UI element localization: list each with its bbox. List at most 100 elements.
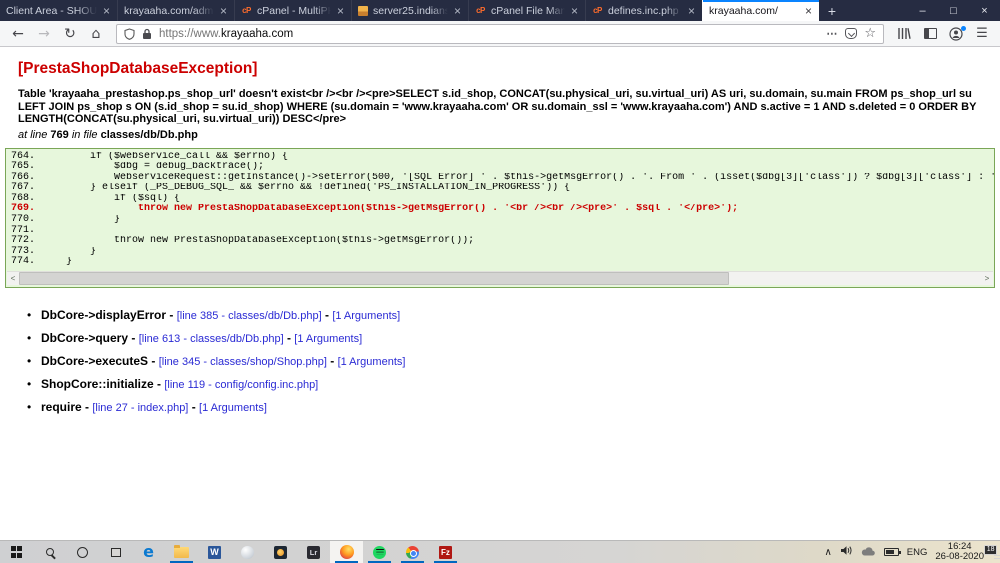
minimize-button[interactable]: –	[907, 0, 938, 21]
browser-tab-2[interactable]: krayaaha.com/admin106/×	[117, 0, 234, 21]
tab-title: defines.inc.php - cPanel	[608, 5, 682, 17]
taskbar-lightroom-button[interactable]: Lr	[297, 541, 330, 563]
onedrive-cloud-icon[interactable]	[861, 543, 876, 561]
code-line-772: 772. throw new PrestaShopDatabaseExcepti…	[6, 236, 994, 247]
cortana-icon	[77, 547, 88, 558]
server-favicon	[358, 6, 368, 16]
url-bar[interactable]: https://www.krayaaha.com ⋯ ☆	[116, 24, 884, 44]
restore-button[interactable]: □	[938, 0, 969, 21]
stack-separator: -	[327, 354, 338, 368]
page-title: [PrestaShopDatabaseException]	[18, 60, 995, 78]
tab-list: Client Area - SHOUTCODER×krayaaha.com/ad…	[0, 0, 819, 21]
code-text: throw new PrestaShopDatabaseException($t…	[42, 236, 994, 247]
library-icon[interactable]	[893, 24, 915, 44]
stack-link[interactable]: [1 Arguments]	[199, 402, 267, 414]
code-line-770: 770. }	[6, 215, 994, 226]
browser-tab-4[interactable]: server25.indianserverhos×	[351, 0, 468, 21]
tab-close-icon[interactable]: ×	[219, 4, 228, 18]
location-file: classes/db/Db.php	[101, 129, 198, 141]
location-prefix: at line	[18, 129, 47, 141]
stack-item-2: DbCore->query - [line 613 - classes/db/D…	[27, 331, 995, 345]
tab-close-icon[interactable]: ×	[687, 4, 696, 18]
tab-close-icon[interactable]: ×	[336, 4, 345, 18]
scrollbar-thumb[interactable]	[19, 272, 729, 285]
taskbar-start-button[interactable]	[0, 541, 33, 563]
taskbar-filezilla-button[interactable]: Fz	[429, 541, 462, 563]
stack-separator: -	[166, 308, 177, 322]
stack-item-4: ShopCore::initialize - [line 119 - confi…	[27, 377, 995, 391]
code-horizontal-scrollbar[interactable]: < >	[7, 271, 993, 285]
clock[interactable]: 16:24 26-08-2020	[935, 542, 984, 562]
media-icon	[274, 546, 287, 559]
filezilla-icon: Fz	[439, 546, 452, 559]
edge-icon: e	[143, 544, 154, 560]
reload-button[interactable]: ↻	[59, 24, 81, 44]
stack-link[interactable]: [line 119 - config/config.inc.php]	[164, 379, 318, 391]
account-icon[interactable]	[945, 24, 967, 44]
scrollbar-track[interactable]	[729, 272, 981, 285]
stack-link[interactable]: [1 Arguments]	[294, 333, 362, 345]
tray-chevron-up-icon[interactable]: ∧	[824, 547, 831, 558]
stack-link[interactable]: [1 Arguments]	[338, 356, 406, 368]
taskbar-search-button[interactable]	[33, 541, 66, 563]
taskbar-explorer-button[interactable]	[165, 541, 198, 563]
error-message: Table 'krayaaha_prestashop.ps_shop_url' …	[18, 88, 983, 126]
cpanel-favicon: cP	[592, 5, 603, 16]
taskbar-chrome-button[interactable]	[396, 541, 429, 563]
new-tab-button[interactable]: +	[819, 0, 845, 21]
close-button[interactable]: ×	[969, 0, 1000, 21]
stack-link[interactable]: [line 385 - classes/db/Db.php]	[177, 310, 322, 322]
cpanel-favicon: cP	[475, 5, 486, 16]
stack-link[interactable]: [line 345 - classes/shop/Shop.php]	[159, 356, 327, 368]
pocket-icon[interactable]	[845, 28, 857, 39]
taskbar-firefox-button[interactable]	[330, 541, 363, 563]
stack-separator: -	[148, 354, 159, 368]
explorer-icon	[174, 547, 189, 558]
menu-icon[interactable]: ☰	[971, 24, 993, 44]
browser-tab-3[interactable]: cPcPanel - MultiPHP INI Ed×	[234, 0, 351, 21]
stack-trace-list: DbCore->displayError - [line 385 - class…	[27, 308, 995, 414]
taskbar-taskview-button[interactable]	[99, 541, 132, 563]
tab-close-icon[interactable]: ×	[102, 4, 111, 18]
scroll-left-arrow-icon[interactable]: <	[7, 272, 19, 285]
forward-button[interactable]: →	[33, 24, 55, 44]
spotify-icon	[373, 546, 386, 559]
taskbar-spotify-button[interactable]	[363, 541, 396, 563]
bookmark-star-icon[interactable]: ☆	[864, 26, 876, 41]
taskbar-cortana-button[interactable]	[66, 541, 99, 563]
tab-close-icon[interactable]: ×	[804, 4, 813, 18]
language-indicator[interactable]: ENG	[907, 547, 928, 558]
clock-date: 26-08-2020	[935, 552, 984, 562]
tab-close-icon[interactable]: ×	[453, 4, 462, 18]
back-button[interactable]: ←	[7, 24, 29, 44]
page-actions-icon[interactable]: ⋯	[826, 27, 838, 40]
stack-link[interactable]: [line 613 - classes/db/Db.php]	[139, 333, 284, 345]
taskbar-apps: e W Lr Fz	[0, 541, 462, 563]
taskbar-word-button[interactable]: W	[198, 541, 231, 563]
tab-close-icon[interactable]: ×	[570, 4, 579, 18]
browser-tab-7[interactable]: krayaaha.com/×	[702, 0, 819, 21]
home-button[interactable]: ⌂	[85, 24, 107, 44]
stack-separator: -	[82, 400, 93, 414]
stack-separator: -	[322, 308, 333, 322]
code-block: 764. if ($webservice_call && $errno) {76…	[5, 148, 995, 289]
error-location: at line 769 in file classes/db/Db.php	[18, 129, 995, 141]
taskbar-media-button[interactable]	[264, 541, 297, 563]
code-text: }	[42, 247, 994, 258]
code-line-771: 771.	[6, 226, 994, 237]
speaker-icon[interactable]	[840, 543, 853, 561]
browser-tab-5[interactable]: cPcPanel File Manager v3×	[468, 0, 585, 21]
taskbar-sphere-button[interactable]	[231, 541, 264, 563]
lock-icon[interactable]	[142, 28, 152, 40]
sidebar-icon[interactable]	[919, 24, 941, 44]
taskbar-edge-button[interactable]: e	[132, 541, 165, 563]
tracking-shield-icon[interactable]	[124, 28, 135, 40]
tab-spacer	[845, 0, 907, 21]
stack-link[interactable]: [1 Arguments]	[332, 310, 400, 322]
browser-tab-1[interactable]: Client Area - SHOUTCODER×	[0, 0, 117, 21]
code-text: throw new PrestaShopDatabaseException($t…	[42, 204, 994, 215]
stack-link[interactable]: [line 27 - index.php]	[92, 402, 188, 414]
battery-icon[interactable]	[884, 548, 899, 556]
scroll-right-arrow-icon[interactable]: >	[981, 272, 993, 285]
browser-tab-6[interactable]: cP defines.inc.php - cPanel ×	[585, 0, 702, 21]
